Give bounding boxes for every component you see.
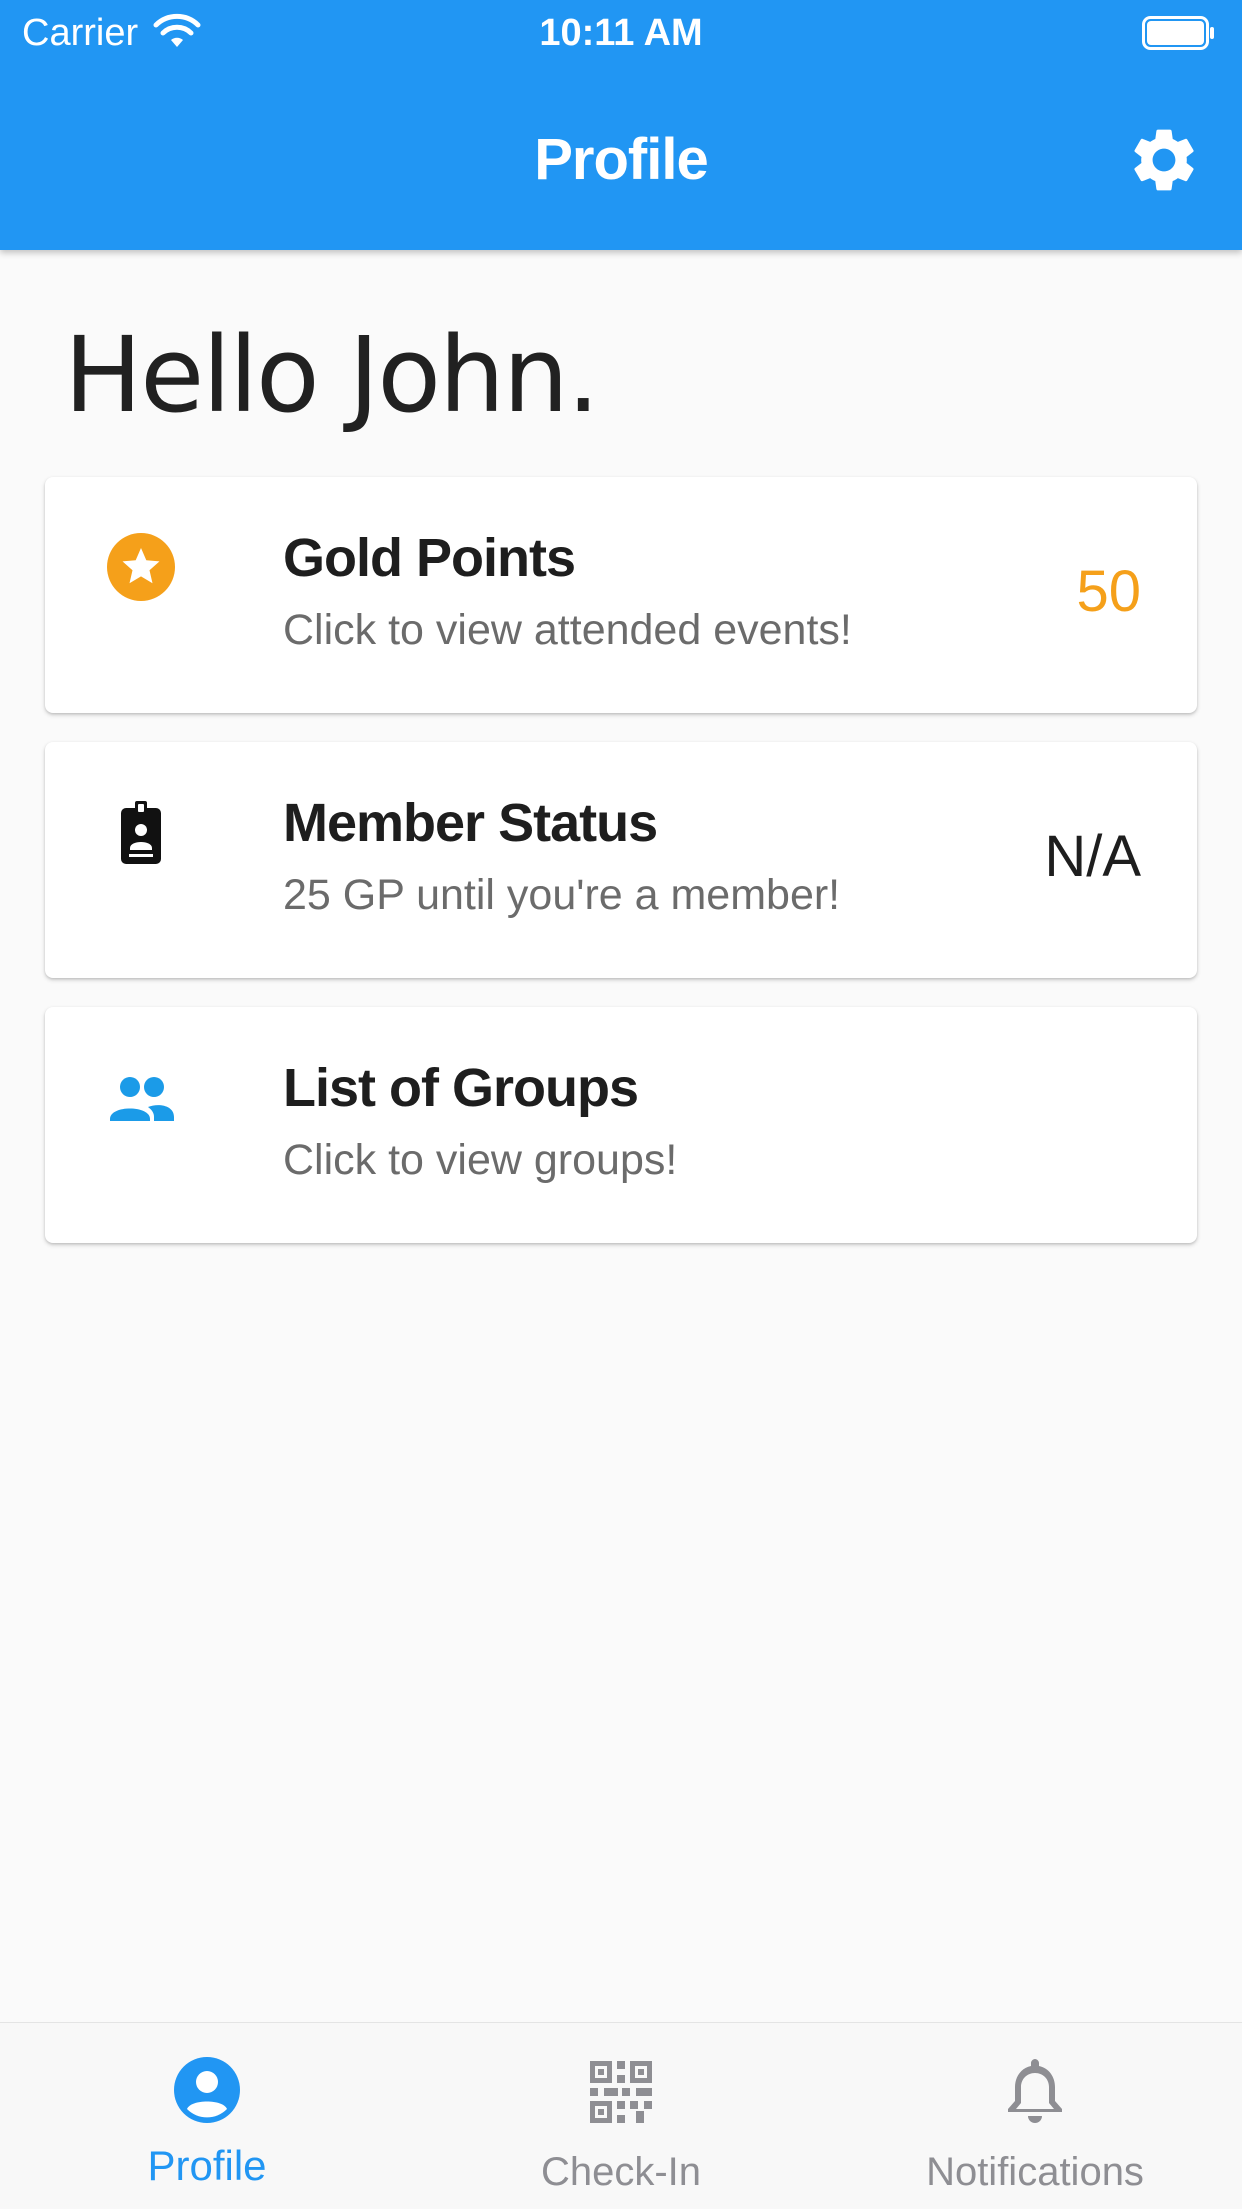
page-title: Profile	[534, 127, 709, 192]
card-subtitle: 25 GP until you're a member!	[283, 871, 841, 919]
star-circle-icon	[107, 533, 175, 601]
bell-icon	[1008, 2059, 1062, 2123]
battery-icon	[1142, 16, 1214, 50]
tab-check-in[interactable]: Check-In	[414, 2023, 828, 2209]
tab-label: Check-In	[540, 2150, 702, 2194]
card-title: Gold Points	[283, 528, 576, 588]
card-title: List of Groups	[283, 1058, 639, 1118]
gold-points-card[interactable]: Gold Points Click to view attended event…	[45, 477, 1197, 713]
tab-label: Profile	[147, 2142, 267, 2189]
group-icon	[110, 1077, 174, 1121]
member-status-card[interactable]: Member Status 25 GP until you're a membe…	[45, 742, 1197, 978]
list-of-groups-card[interactable]: List of Groups Click to view groups!	[45, 1007, 1197, 1243]
tab-profile[interactable]: Profile	[0, 2023, 414, 2209]
tab-label: Notifications	[926, 2150, 1144, 2194]
member-status-value: N/A	[1044, 824, 1141, 889]
qr-code-icon	[590, 2061, 652, 2123]
gold-points-value: 50	[1076, 559, 1141, 624]
app-header: Carrier 10:11 AM Profile	[0, 0, 1242, 250]
card-title: Member Status	[283, 793, 658, 853]
tab-notifications[interactable]: Notifications	[828, 2023, 1242, 2209]
card-subtitle: Click to view attended events!	[283, 606, 852, 654]
id-badge-icon	[121, 801, 161, 864]
bottom-tab-bar: Profile Check-In Notifications	[0, 2022, 1242, 2209]
gear-icon[interactable]	[1126, 122, 1202, 198]
account-circle-icon	[174, 2057, 240, 2123]
status-bar: Carrier 10:11 AM	[0, 0, 1242, 66]
status-time: 10:11 AM	[539, 12, 703, 54]
greeting-heading: Hello John.	[64, 314, 600, 436]
card-subtitle: Click to view groups!	[283, 1136, 678, 1184]
